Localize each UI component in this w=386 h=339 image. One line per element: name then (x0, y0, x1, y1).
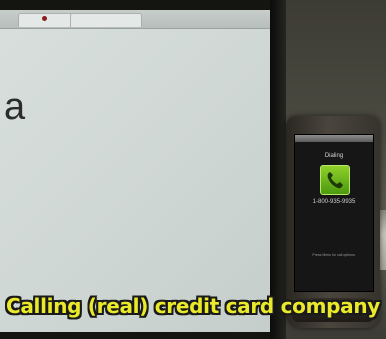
monitor-screen: a (0, 10, 273, 332)
page-text: a (4, 86, 26, 128)
video-caption: Calling (real) credit card company (5, 294, 381, 318)
phone-call-icon (320, 165, 350, 195)
tab-favicon-icon (42, 16, 47, 21)
phone-status-bar (295, 135, 373, 142)
phone-screen: Dialing 1-800-935-9935 Press Menu for ca… (294, 134, 374, 292)
browser-tab (70, 13, 142, 27)
video-frame: a Dialing 1-800-935-9935 Press Menu for … (0, 0, 386, 339)
dialed-number: 1-800-935-9935 (312, 199, 356, 205)
browser-tab-bar (0, 10, 270, 29)
menu-hint: Press Menu for call options. (312, 253, 356, 257)
monitor-bezel (270, 0, 286, 339)
computer-monitor: a (0, 0, 286, 339)
dialing-title: Dialing (324, 153, 344, 159)
